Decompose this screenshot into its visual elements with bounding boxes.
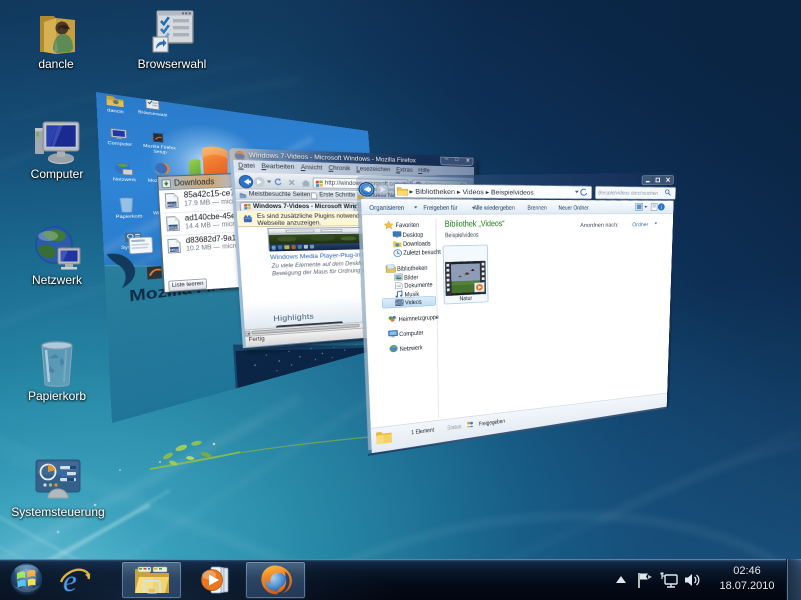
svg-text:Bibliothek „Videos“: Bibliothek „Videos“ (445, 219, 505, 229)
svg-text:Bibliotheken: Bibliotheken (397, 264, 428, 273)
svg-text:Zuletzt besucht: Zuletzt besucht (403, 248, 441, 257)
svg-text:setup: setup (167, 202, 177, 207)
svg-text:Natur: Natur (459, 295, 472, 302)
svg-text:Organisieren: Organisieren (369, 203, 404, 211)
svg-text:Freigeben für: Freigeben für (423, 204, 458, 212)
svg-text:Videos: Videos (405, 298, 422, 307)
svg-text:▸ Bibliotheken ▸ Videos ▸ Beis: ▸ Bibliotheken ▸ Videos ▸ Beispielvideos (409, 187, 533, 196)
svg-text:Downloads: Downloads (403, 239, 431, 248)
svg-text:Setup: Setup (153, 150, 166, 155)
svg-text:Neuer Ordner: Neuer Ordner (558, 204, 588, 211)
svg-text:setup: setup (170, 247, 180, 252)
svg-text:Ordner: Ordner (632, 221, 648, 227)
svg-text:Beispielvideos durchsuchen: Beispielvideos durchsuchen (598, 190, 658, 196)
svg-text:setup: setup (169, 225, 179, 230)
svg-text:Netzwerk: Netzwerk (113, 177, 137, 182)
svg-text:Alle wiedergeben: Alle wiedergeben (473, 204, 515, 212)
svg-text:Desktop: Desktop (403, 230, 424, 238)
svg-text:Favoriten: Favoriten (395, 221, 419, 229)
svg-text:Anordnen nach:: Anordnen nach: (580, 222, 618, 229)
svg-text:Beispielvideos: Beispielvideos (445, 231, 479, 240)
svg-text:Papierkorb: Papierkorb (116, 215, 143, 220)
svg-text:Dokumente: Dokumente (404, 280, 432, 289)
svg-text:Brennen: Brennen (527, 204, 546, 211)
